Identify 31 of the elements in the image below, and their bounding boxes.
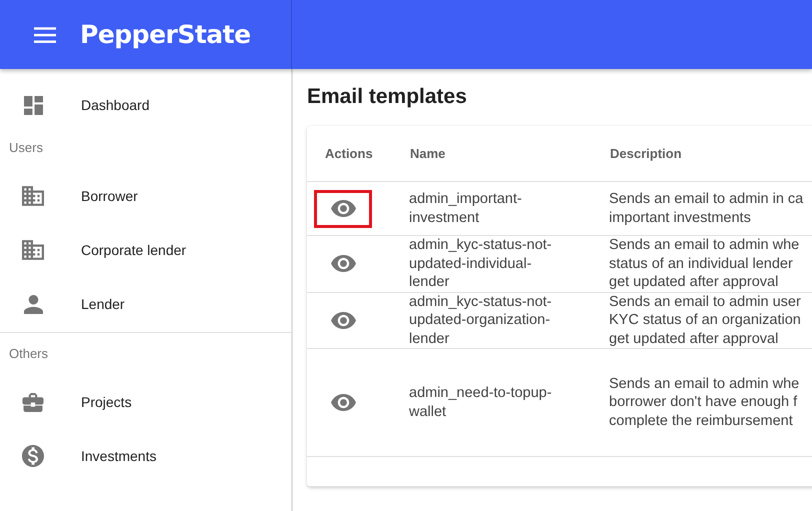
building-icon	[22, 186, 44, 206]
person-icon	[24, 294, 42, 314]
sidebar-item[interactable]: Dashboard	[0, 78, 291, 132]
section-heading: Others	[0, 332, 291, 375]
table-cell: Sends an email to admin in ca important investments	[609, 190, 804, 227]
menu-icon[interactable]	[34, 26, 56, 42]
view-icon[interactable]	[330, 394, 356, 411]
column-header: Name	[409, 126, 609, 182]
table-cell: Sends an email to admin whe borrower don't have enough f complete the reimbursement	[609, 374, 800, 430]
view-icon[interactable]	[330, 200, 356, 217]
view-icon[interactable]	[330, 312, 356, 329]
sidebar-item[interactable]: Borrower	[0, 169, 291, 223]
sidebar-item[interactable]: Projects	[0, 375, 291, 429]
table-cell: admin_need-to-topup- wallet	[409, 384, 552, 421]
section-heading: Users	[8, 139, 44, 157]
table-cell: Sends an email to admin whe status of an individual lender get updated after approval	[609, 236, 800, 292]
column-header: Actions	[307, 126, 409, 182]
sidebar-item[interactable]: Corporate lender	[0, 223, 291, 277]
briefcase-icon	[22, 392, 44, 412]
view-icon[interactable]	[330, 255, 356, 272]
building-icon	[22, 240, 44, 260]
table-cell: admin_important- investment	[409, 190, 522, 227]
dashboard-icon	[24, 96, 42, 114]
sidebar-item[interactable]: Lender	[0, 277, 291, 331]
table-cell: Sends an email to admin user KYC status of an organization get updated after approval	[609, 292, 801, 348]
app-logo: PepperState	[80, 20, 251, 49]
dollar-coin-icon	[22, 445, 44, 467]
column-header: Description	[609, 126, 812, 182]
sidebar-item[interactable]: Investments	[0, 429, 291, 483]
page-title: Email templates	[307, 85, 468, 109]
table-cell: admin_kyc-status-not- updated-organization- lender	[409, 292, 552, 348]
